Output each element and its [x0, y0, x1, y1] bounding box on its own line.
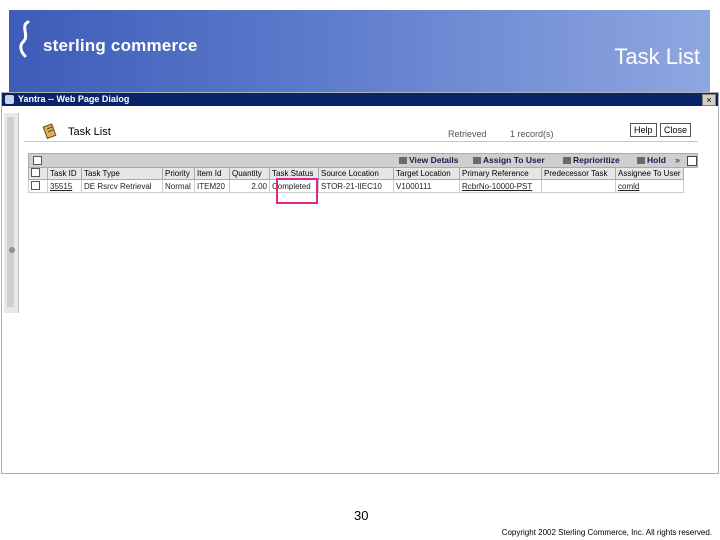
- column-header[interactable]: Primary Reference: [459, 167, 542, 180]
- task-status-highlight-box: [276, 178, 318, 204]
- column-header[interactable]: Assignee To User: [615, 167, 684, 180]
- page-number: 30: [354, 508, 369, 523]
- column-header[interactable]: Priority: [162, 167, 195, 180]
- primary-reference-link[interactable]: RcbrNo-10000-PST: [459, 179, 542, 193]
- task-list-heading: Task List: [68, 126, 111, 138]
- quantity-cell: 2.00: [229, 179, 270, 193]
- task-id-link[interactable]: 35515: [47, 179, 82, 193]
- task-list-icon: [42, 123, 57, 139]
- scroll-grip-icon[interactable]: [9, 247, 15, 253]
- table-row[interactable]: 35515 DE Rsrcv Retrieval Normal ITEM20 2…: [28, 179, 684, 193]
- target-location-cell: V1000111: [393, 179, 460, 193]
- more-actions-chevron-icon[interactable]: »: [675, 154, 680, 166]
- hold-button[interactable]: Hold: [637, 154, 666, 167]
- assign-to-user-label: Assign To User: [483, 155, 545, 165]
- close-button[interactable]: Close: [660, 123, 692, 137]
- view-details-button[interactable]: View Details: [399, 154, 458, 167]
- view-details-label: View Details: [409, 155, 459, 165]
- web-page-dialog: Yantra -- Web Page Dialog × Task List Re…: [1, 92, 719, 474]
- sterling-logo-icon: [19, 20, 30, 58]
- reprioritize-button[interactable]: Reprioritize: [563, 154, 620, 167]
- expand-corner-icon[interactable]: [687, 156, 697, 166]
- select-all-checkbox[interactable]: [33, 156, 42, 165]
- window-close-button[interactable]: ×: [702, 94, 716, 106]
- hold-icon: [637, 157, 645, 165]
- priority-cell: Normal: [162, 179, 195, 193]
- item-id-cell: ITEM20: [194, 179, 230, 193]
- predecessor-task-cell: [541, 179, 616, 193]
- column-header[interactable]: Quantity: [229, 167, 270, 180]
- task-table: Task ID Task Type Priority Item Id Quant…: [28, 167, 684, 193]
- dialog-title: Yantra -- Web Page Dialog: [18, 94, 130, 104]
- retrieved-count: 1 record(s): [510, 129, 554, 139]
- task-list-header: Task List Retrieved 1 record(s) Help Clo…: [24, 107, 698, 142]
- row-select-cell: [28, 179, 48, 193]
- column-header[interactable]: Task Type: [81, 167, 163, 180]
- table-header-row: Task ID Task Type Priority Item Id Quant…: [28, 167, 684, 180]
- source-location-cell: STOR-21-IIEC10: [318, 179, 394, 193]
- retrieved-label: Retrieved: [448, 129, 487, 139]
- task-type-cell: DE Rsrcv Retrieval: [81, 179, 163, 193]
- assign-to-user-button[interactable]: Assign To User: [473, 154, 545, 167]
- reprioritize-label: Reprioritize: [573, 155, 620, 165]
- action-bar: View Details Assign To User Reprioritize…: [28, 153, 698, 168]
- header-checkbox[interactable]: [31, 168, 40, 177]
- browser-icon: [5, 95, 14, 104]
- dialog-title-bar[interactable]: Yantra -- Web Page Dialog ×: [2, 93, 718, 106]
- brand-name: sterling commerce: [43, 36, 198, 55]
- scrollbar-track[interactable]: [7, 117, 14, 307]
- assign-user-icon: [473, 157, 481, 165]
- assignee-link[interactable]: comld: [615, 179, 684, 193]
- header-banner: sterling commerce Task List: [9, 10, 710, 92]
- slide-title: Task List: [614, 44, 700, 69]
- copyright-notice: Copyright 2002 Sterling Commerce, Inc. A…: [501, 528, 712, 537]
- column-header-select: [28, 167, 48, 180]
- hold-label: Hold: [647, 155, 666, 165]
- column-header[interactable]: Item Id: [194, 167, 230, 180]
- column-header[interactable]: Predecessor Task: [541, 167, 616, 180]
- row-checkbox[interactable]: [31, 180, 40, 190]
- reprioritize-icon: [563, 157, 571, 165]
- column-header[interactable]: Target Location: [393, 167, 460, 180]
- view-details-icon: [399, 157, 407, 165]
- help-button[interactable]: Help: [630, 123, 657, 137]
- left-scrollbar[interactable]: [4, 113, 19, 313]
- column-header[interactable]: Task ID: [47, 167, 82, 180]
- task-list-panel: Task List Retrieved 1 record(s) Help Clo…: [24, 107, 698, 467]
- column-header[interactable]: Source Location: [318, 167, 394, 180]
